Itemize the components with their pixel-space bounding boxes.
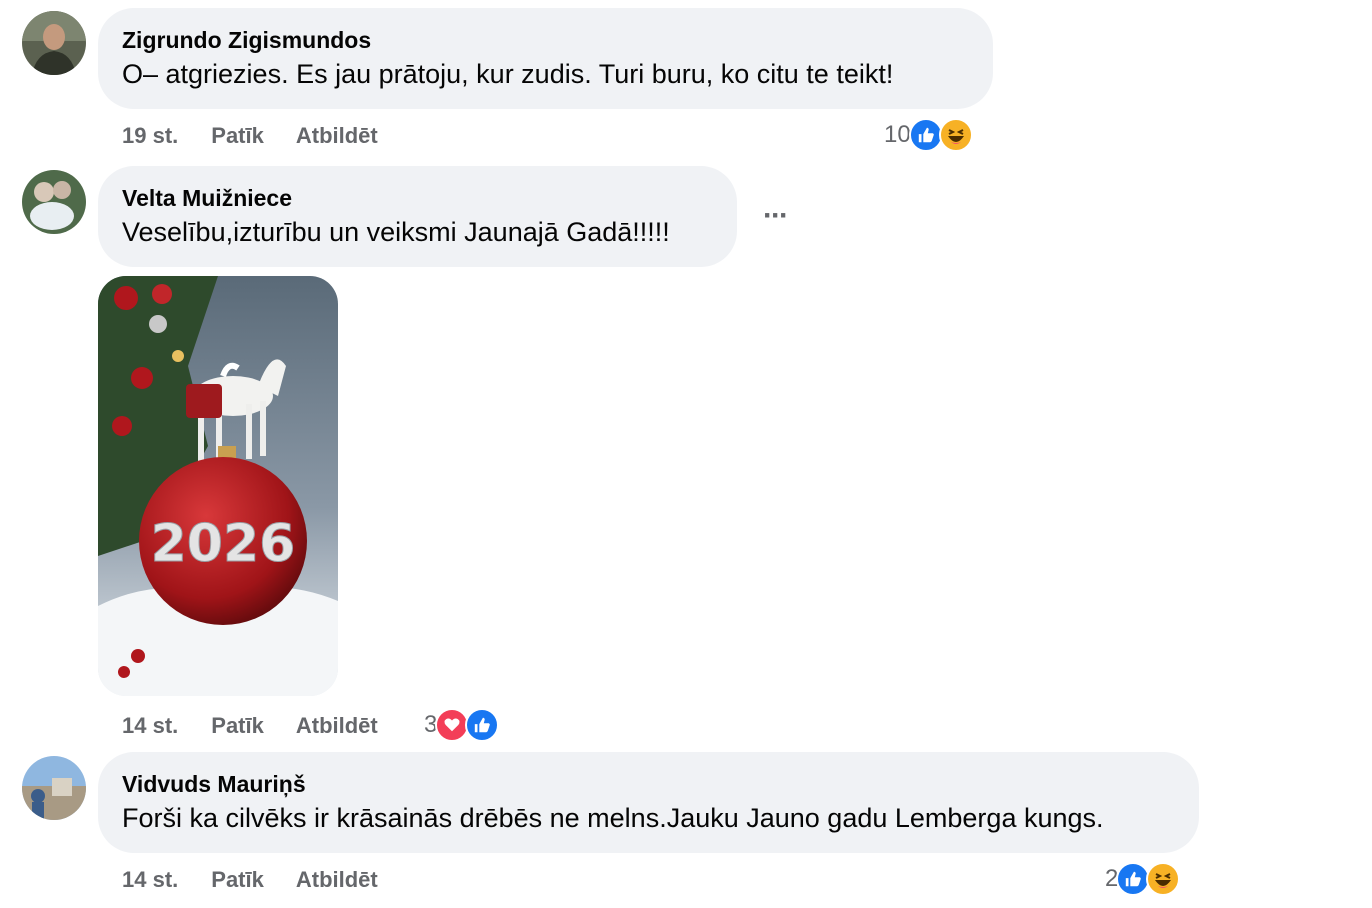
like-button[interactable]: Patīk [211, 123, 264, 149]
more-options-button[interactable]: ··· [755, 196, 795, 236]
reactions-summary[interactable]: 3 [424, 707, 500, 743]
comment-text: Veselību,izturību un veiksmi Jaunajā Gad… [122, 217, 670, 247]
reply-button[interactable]: Atbildēt [296, 713, 378, 739]
avatar[interactable] [22, 170, 86, 234]
avatar[interactable] [22, 756, 86, 820]
haha-icon [938, 118, 973, 152]
comment-time[interactable]: 14 st. [122, 713, 178, 739]
comment-text: Forši ka cilvēks ir krāsainās drēbēs ne … [122, 803, 1104, 833]
comment-author[interactable]: Zigrundo Zigismundos [122, 26, 969, 54]
comment-actions: 14 st. Patīk Atbildēt [122, 710, 378, 742]
comment-time[interactable]: 19 st. [122, 123, 178, 149]
reactions-summary[interactable]: 10 [884, 117, 973, 153]
reply-button[interactable]: Atbildēt [296, 123, 378, 149]
like-button[interactable]: Patīk [211, 867, 264, 893]
reaction-count: 10 [884, 121, 911, 148]
comment-bubble: Zigrundo Zigismundos O– atgriezies. Es j… [98, 8, 993, 109]
love-icon [435, 708, 470, 742]
comment-author[interactable]: Vidvuds Mauriņš [122, 770, 1175, 798]
like-icon [1116, 862, 1151, 896]
comment-image[interactable]: 2026 [98, 276, 338, 696]
comment-actions: 14 st. Patīk Atbildēt [122, 864, 378, 896]
comment-time[interactable]: 14 st. [122, 867, 178, 893]
comment-bubble: Velta Muižniece Veselību,izturību un vei… [98, 166, 737, 267]
comment-text: O– atgriezies. Es jau prātoju, kur zudis… [122, 59, 894, 89]
comment-author[interactable]: Velta Muižniece [122, 184, 713, 212]
like-icon [908, 118, 943, 152]
image-year-text: 2026 [151, 514, 296, 574]
comment-bubble: Vidvuds Mauriņš Forši ka cilvēks ir krās… [98, 752, 1199, 853]
avatar[interactable] [22, 11, 86, 75]
like-icon [465, 708, 500, 742]
reactions-summary[interactable]: 2 [1105, 861, 1181, 897]
comment-actions: 19 st. Patīk Atbildēt [122, 120, 378, 152]
haha-icon [1146, 862, 1181, 896]
reply-button[interactable]: Atbildēt [296, 867, 378, 893]
like-button[interactable]: Patīk [211, 713, 264, 739]
